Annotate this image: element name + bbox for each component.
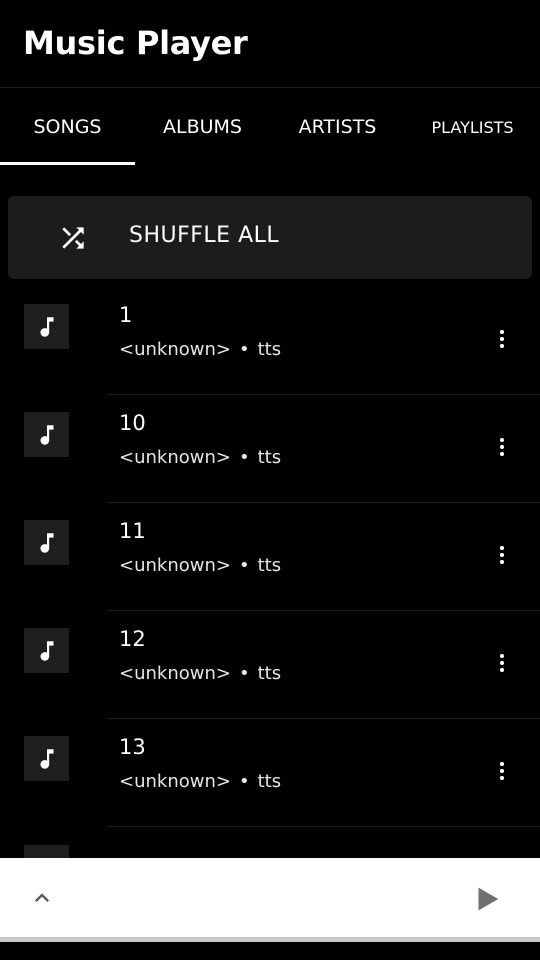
tab-artists-label: ARTISTS	[298, 116, 377, 138]
song-artist: <unknown>	[119, 339, 231, 360]
music-note-icon	[24, 520, 69, 565]
song-subtitle: <unknown> • tts	[119, 555, 281, 576]
song-title: 10	[119, 411, 146, 435]
song-album: tts	[257, 555, 282, 576]
shuffle-all-button[interactable]: SHUFFLE ALL	[8, 196, 532, 279]
music-note-icon	[24, 412, 69, 457]
song-row[interactable]: 11 <unknown> • tts	[0, 503, 540, 611]
tab-songs[interactable]: SONGS	[0, 89, 135, 165]
song-artist: <unknown>	[119, 663, 231, 684]
more-vert-icon[interactable]	[486, 323, 518, 355]
song-row[interactable]: 13 <unknown> • tts	[0, 719, 540, 827]
more-vert-icon[interactable]	[486, 431, 518, 463]
app-bar: Music Player	[0, 0, 540, 88]
more-vert-icon[interactable]	[486, 539, 518, 571]
tab-bar: SONGS ALBUMS ARTISTS PLAYLISTS	[0, 89, 540, 165]
tab-indicator	[0, 162, 135, 165]
more-vert-icon[interactable]	[486, 647, 518, 679]
music-note-icon	[24, 304, 69, 349]
more-vert-icon[interactable]	[486, 755, 518, 787]
song-subtitle: <unknown> • tts	[119, 771, 281, 792]
shuffle-icon	[57, 222, 89, 254]
song-title: 12	[119, 627, 146, 651]
song-row[interactable]: 10 <unknown> • tts	[0, 395, 540, 503]
tab-artists[interactable]: ARTISTS	[270, 89, 405, 165]
tab-albums[interactable]: ALBUMS	[135, 89, 270, 165]
tab-playlists[interactable]: PLAYLISTS	[405, 89, 540, 165]
row-divider	[107, 826, 540, 827]
song-title: 1	[119, 303, 133, 327]
song-separator: •	[238, 339, 250, 360]
music-note-icon	[24, 845, 69, 859]
song-artist: <unknown>	[119, 771, 231, 792]
song-album: tts	[257, 447, 282, 468]
tab-albums-label: ALBUMS	[163, 116, 242, 138]
mini-player[interactable]	[0, 858, 540, 938]
song-row[interactable]: 1 <unknown> • tts	[0, 287, 540, 395]
play-icon[interactable]	[470, 882, 504, 916]
song-subtitle: <unknown> • tts	[119, 663, 281, 684]
tab-playlists-label: PLAYLISTS	[431, 117, 514, 137]
song-separator: •	[238, 663, 250, 684]
song-row[interactable]: 12 <unknown> • tts	[0, 611, 540, 719]
song-separator: •	[238, 447, 250, 468]
song-album: tts	[257, 771, 282, 792]
song-artist: <unknown>	[119, 555, 231, 576]
song-artist: <unknown>	[119, 447, 231, 468]
music-note-icon	[24, 628, 69, 673]
song-album: tts	[257, 663, 282, 684]
chevron-up-icon[interactable]	[28, 884, 56, 912]
song-title: 13	[119, 735, 146, 759]
tab-songs-label: SONGS	[33, 116, 102, 138]
song-separator: •	[238, 555, 250, 576]
system-nav-bar	[0, 942, 540, 960]
song-subtitle: <unknown> • tts	[119, 447, 281, 468]
song-subtitle: <unknown> • tts	[119, 339, 281, 360]
song-separator: •	[238, 771, 250, 792]
song-title: 11	[119, 519, 146, 543]
music-note-icon	[24, 736, 69, 781]
song-album: tts	[257, 339, 282, 360]
app-title: Music Player	[23, 24, 248, 62]
shuffle-all-label: SHUFFLE ALL	[129, 223, 280, 248]
